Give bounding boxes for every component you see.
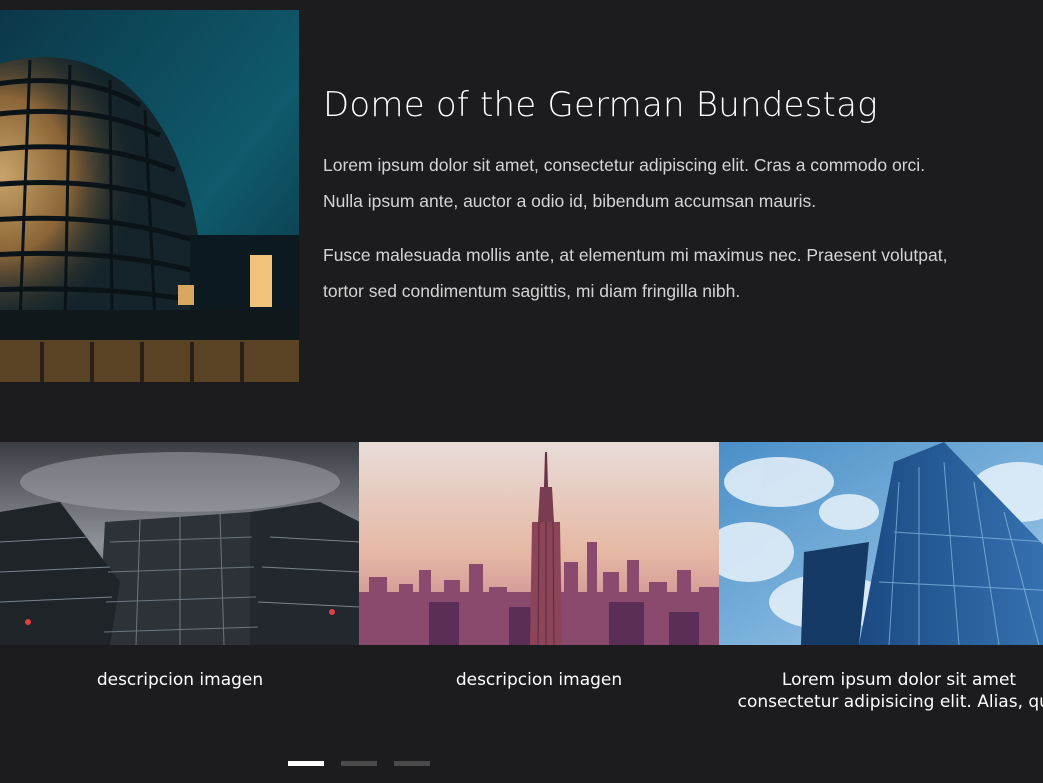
image-carousel[interactable]: descripcion imagen descripcion imagen Lo… — [0, 442, 1043, 782]
carousel-slide[interactable]: Lorem ipsum dolor sit amet consectetur a… — [719, 442, 1043, 742]
hero-text-block: Dome of the German Bundestag Lorem ipsum… — [323, 85, 1043, 327]
hero-image-bundestag-dome — [0, 10, 299, 382]
hero-title: Dome of the German Bundestag — [323, 85, 878, 125]
hero-paragraph-1-line-1: Lorem ipsum dolor sit amet, consectetur … — [323, 155, 926, 175]
carousel-slide[interactable]: descripcion imagen — [359, 442, 719, 742]
slide-caption-line-1: Lorem ipsum dolor sit amet — [781, 670, 1017, 690]
carousel-indicator-3[interactable] — [394, 761, 430, 766]
carousel-indicators — [288, 761, 430, 767]
slide-image-skyscrapers — [0, 442, 360, 645]
slide-image-glass-tower — [719, 442, 1043, 645]
slide-caption: descripcion imagen — [96, 670, 264, 690]
carousel-slide[interactable]: descripcion imagen — [0, 442, 360, 742]
carousel-indicator-1[interactable] — [288, 761, 324, 766]
hero-paragraph-2-line-1: Fusce malesuada mollis ante, at elementu… — [323, 245, 948, 265]
hero-paragraph-2-line-2: tortor sed condimentum sagittis, mi diam… — [323, 281, 741, 301]
slide-caption: descripcion imagen — [455, 670, 623, 690]
hero-paragraph-2: Fusce malesuada mollis ante, at elementu… — [323, 237, 1043, 309]
page: Dome of the German Bundestag Lorem ipsum… — [0, 0, 1043, 783]
slide-caption-line-2: consectetur adipisicing elit. Alias, quo — [737, 692, 1043, 712]
carousel-indicator-2[interactable] — [341, 761, 377, 766]
slide-caption: Lorem ipsum dolor sit amet consectetur a… — [719, 669, 1043, 713]
slide-image-empire-state-building — [359, 442, 719, 645]
hero-paragraph-1: Lorem ipsum dolor sit amet, consectetur … — [323, 147, 1043, 219]
hero-paragraph-1-line-2: Nulla ipsum ante, auctor a odio id, bibe… — [323, 191, 817, 211]
